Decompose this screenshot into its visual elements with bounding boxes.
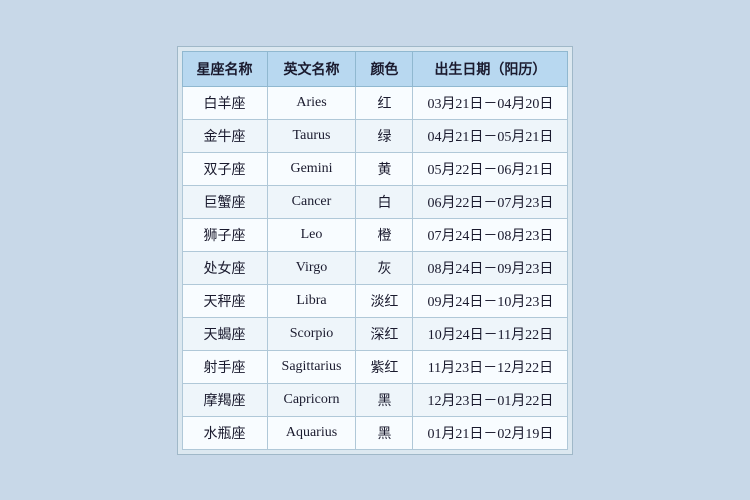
- cell-r6-c2: 淡红: [356, 284, 413, 317]
- cell-r10-c0: 水瓶座: [182, 416, 267, 449]
- cell-r7-c2: 深红: [356, 317, 413, 350]
- zodiac-table: 星座名称英文名称颜色出生日期（阳历） 白羊座Aries红03月21日－04月20…: [182, 51, 569, 450]
- cell-r2-c1: Gemini: [267, 152, 356, 185]
- table-row: 狮子座Leo橙07月24日－08月23日: [182, 218, 568, 251]
- cell-r0-c3: 03月21日－04月20日: [413, 86, 568, 119]
- cell-r4-c2: 橙: [356, 218, 413, 251]
- cell-r5-c3: 08月24日－09月23日: [413, 251, 568, 284]
- cell-r7-c1: Scorpio: [267, 317, 356, 350]
- cell-r1-c0: 金牛座: [182, 119, 267, 152]
- cell-r9-c2: 黑: [356, 383, 413, 416]
- cell-r3-c3: 06月22日－07月23日: [413, 185, 568, 218]
- cell-r0-c2: 红: [356, 86, 413, 119]
- cell-r1-c1: Taurus: [267, 119, 356, 152]
- cell-r3-c2: 白: [356, 185, 413, 218]
- table-row: 金牛座Taurus绿04月21日－05月21日: [182, 119, 568, 152]
- table-row: 双子座Gemini黄05月22日－06月21日: [182, 152, 568, 185]
- cell-r10-c3: 01月21日－02月19日: [413, 416, 568, 449]
- column-header: 出生日期（阳历）: [413, 51, 568, 86]
- table-row: 摩羯座Capricorn黑12月23日－01月22日: [182, 383, 568, 416]
- cell-r10-c1: Aquarius: [267, 416, 356, 449]
- cell-r5-c0: 处女座: [182, 251, 267, 284]
- cell-r1-c2: 绿: [356, 119, 413, 152]
- cell-r2-c2: 黄: [356, 152, 413, 185]
- cell-r5-c1: Virgo: [267, 251, 356, 284]
- table-row: 天蝎座Scorpio深红10月24日－11月22日: [182, 317, 568, 350]
- cell-r1-c3: 04月21日－05月21日: [413, 119, 568, 152]
- column-header: 英文名称: [267, 51, 356, 86]
- cell-r0-c1: Aries: [267, 86, 356, 119]
- table-row: 处女座Virgo灰08月24日－09月23日: [182, 251, 568, 284]
- cell-r5-c2: 灰: [356, 251, 413, 284]
- cell-r6-c1: Libra: [267, 284, 356, 317]
- column-header: 颜色: [356, 51, 413, 86]
- cell-r9-c1: Capricorn: [267, 383, 356, 416]
- cell-r4-c3: 07月24日－08月23日: [413, 218, 568, 251]
- column-header: 星座名称: [182, 51, 267, 86]
- table-row: 白羊座Aries红03月21日－04月20日: [182, 86, 568, 119]
- cell-r8-c0: 射手座: [182, 350, 267, 383]
- cell-r10-c2: 黑: [356, 416, 413, 449]
- cell-r2-c0: 双子座: [182, 152, 267, 185]
- cell-r2-c3: 05月22日－06月21日: [413, 152, 568, 185]
- table-row: 射手座Sagittarius紫红11月23日－12月22日: [182, 350, 568, 383]
- cell-r8-c1: Sagittarius: [267, 350, 356, 383]
- cell-r8-c2: 紫红: [356, 350, 413, 383]
- cell-r8-c3: 11月23日－12月22日: [413, 350, 568, 383]
- table-header-row: 星座名称英文名称颜色出生日期（阳历）: [182, 51, 568, 86]
- zodiac-table-wrapper: 星座名称英文名称颜色出生日期（阳历） 白羊座Aries红03月21日－04月20…: [177, 46, 574, 455]
- cell-r4-c1: Leo: [267, 218, 356, 251]
- table-row: 巨蟹座Cancer白06月22日－07月23日: [182, 185, 568, 218]
- cell-r6-c0: 天秤座: [182, 284, 267, 317]
- table-row: 天秤座Libra淡红09月24日－10月23日: [182, 284, 568, 317]
- cell-r9-c3: 12月23日－01月22日: [413, 383, 568, 416]
- cell-r3-c0: 巨蟹座: [182, 185, 267, 218]
- cell-r3-c1: Cancer: [267, 185, 356, 218]
- cell-r6-c3: 09月24日－10月23日: [413, 284, 568, 317]
- cell-r0-c0: 白羊座: [182, 86, 267, 119]
- table-row: 水瓶座Aquarius黑01月21日－02月19日: [182, 416, 568, 449]
- cell-r4-c0: 狮子座: [182, 218, 267, 251]
- cell-r7-c0: 天蝎座: [182, 317, 267, 350]
- cell-r7-c3: 10月24日－11月22日: [413, 317, 568, 350]
- cell-r9-c0: 摩羯座: [182, 383, 267, 416]
